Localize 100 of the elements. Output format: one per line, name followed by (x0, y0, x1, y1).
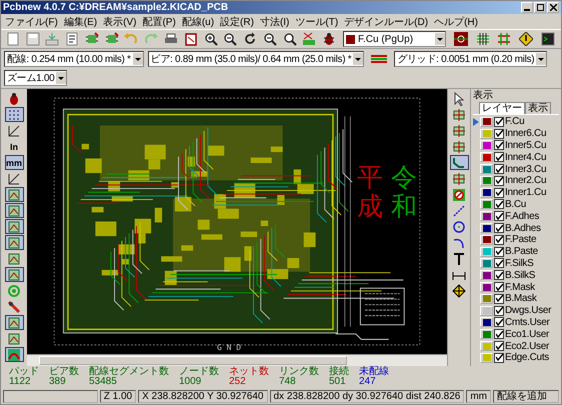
microwave-toggle-button[interactable] (4, 347, 24, 362)
warning-sign-icon[interactable] (519, 32, 534, 46)
menu-item[interactable]: 寸法(I) (260, 14, 290, 28)
menu-item[interactable]: ヘルプ(H) (434, 14, 478, 28)
module-toggle-button[interactable] (4, 219, 24, 234)
menu-item[interactable]: 配置(P) (142, 14, 176, 28)
layer-color-button[interactable] (480, 341, 493, 352)
route-tool-button[interactable] (450, 155, 468, 170)
close-button[interactable] (547, 2, 559, 13)
layer-checkbox[interactable] (494, 352, 504, 363)
setting-dropdown[interactable]: 配線: 0.254 mm (10.00 mils) * (4, 51, 144, 67)
layer-color-button[interactable] (480, 128, 493, 139)
floppy-icon[interactable] (24, 31, 42, 47)
setting-dropdown[interactable]: グリッド: 0.0051 mm (0.20 mils) (394, 51, 548, 67)
grid-icon[interactable] (497, 32, 512, 46)
layer-color-button[interactable] (480, 164, 493, 174)
scrollbar-thumb[interactable] (39, 356, 347, 365)
horizontal-scrollbar[interactable] (27, 354, 447, 366)
layer-dropdown[interactable]: F.Cu (PgUp) (343, 31, 446, 47)
layer-color-button[interactable] (480, 199, 493, 210)
layer-checkbox[interactable] (494, 258, 504, 268)
layer-checkbox[interactable] (494, 223, 504, 234)
pads-toggle-button[interactable] (4, 187, 24, 202)
grid-icon[interactable] (476, 32, 490, 46)
menu-item[interactable]: 編集(E) (64, 14, 98, 28)
layer-checkbox[interactable] (494, 116, 504, 127)
unit-toggle-button[interactable]: mm (4, 155, 24, 170)
layer-checkbox[interactable] (494, 164, 504, 174)
panel-tab[interactable]: 表示 (525, 102, 551, 114)
layer-color-button[interactable] (480, 258, 493, 268)
layer-name: F.Cu (505, 116, 524, 128)
menu-item[interactable]: 配線(u) (182, 14, 214, 28)
grid-icon (7, 108, 21, 122)
unit-toggle-button[interactable]: In (4, 139, 24, 154)
layer-color-button[interactable] (480, 176, 493, 186)
layer-pair-icon[interactable] (454, 32, 468, 46)
layer-color-button[interactable] (480, 282, 493, 292)
layer-checkbox[interactable] (494, 234, 504, 245)
menu-item[interactable]: 表示(V) (103, 14, 136, 28)
menu-item[interactable]: ツール(T) (295, 14, 338, 28)
menu-item[interactable]: 設定(R) (220, 14, 254, 28)
layer-checkbox[interactable] (494, 246, 504, 257)
layer-checkbox[interactable] (494, 199, 504, 210)
terminal-icon[interactable] (541, 32, 555, 46)
track-width-icon[interactable] (371, 52, 388, 66)
layer-color-button[interactable] (480, 188, 493, 198)
layer-color-button[interactable] (480, 270, 493, 280)
setting-dropdown[interactable]: ズーム1.00 (4, 70, 68, 86)
layer-color-button[interactable] (480, 140, 493, 150)
layer-name: F.Adhes (505, 210, 540, 222)
panel-tab[interactable]: レイヤー (479, 102, 525, 114)
setting-dropdown[interactable]: ビア: 0.89 mm (35.0 mils)/ 0.64 mm (25.0 mils) * (148, 51, 364, 67)
layer-color-button[interactable] (480, 352, 493, 363)
layer-checkbox[interactable] (494, 211, 504, 222)
layer-checkbox[interactable] (494, 329, 504, 340)
layer-color-button[interactable] (480, 223, 493, 234)
pcb-canvas[interactable]: G N D 平成 令和 (27, 89, 447, 366)
layer-color-button[interactable] (480, 306, 493, 316)
minimize-button[interactable] (521, 2, 533, 13)
layer-checkbox[interactable] (494, 306, 504, 316)
stat-label: ネット数 (229, 367, 269, 377)
menu-item[interactable]: デザインルール(D) (344, 14, 428, 28)
layer-name: Cmts.User (505, 316, 550, 328)
layer-color-button[interactable] (480, 317, 493, 328)
target-tool-button[interactable] (450, 283, 468, 298)
layer-name: Dwgs.User (505, 305, 552, 316)
layer-checkbox[interactable] (494, 294, 504, 304)
pad-toggle-button[interactable] (4, 203, 24, 218)
status-message: 配線を追加 (493, 390, 559, 403)
layer-color-button[interactable] (480, 211, 493, 222)
layer-checkbox[interactable] (494, 317, 504, 328)
layer-checkbox[interactable] (494, 341, 504, 352)
layer-checkbox[interactable] (494, 140, 504, 150)
text-icon (452, 252, 466, 266)
layer-checkbox[interactable] (494, 152, 504, 162)
menu-item[interactable]: ファイル(F) (5, 14, 58, 28)
layer-name: Inner6.Cu (505, 128, 546, 140)
layer-color-button[interactable] (480, 329, 493, 340)
layer-color-button[interactable] (480, 246, 493, 257)
ratsnest-toggle-button[interactable] (4, 315, 24, 330)
zone-toggle-button[interactable] (4, 235, 24, 250)
layer-checkbox[interactable] (494, 270, 504, 280)
zone-toggle-button[interactable] (4, 267, 24, 282)
layer-color-button[interactable] (480, 116, 493, 127)
maximize-button[interactable] (534, 2, 546, 13)
window-title: Pcbnew 4.0.7 C:¥DREAM¥sample2.KICAD_PCB (3, 2, 228, 13)
layer-checkbox[interactable] (494, 128, 504, 139)
layer-checkbox[interactable] (494, 282, 504, 292)
route-icon (452, 156, 466, 170)
layer-color-button[interactable] (480, 152, 493, 162)
layer-name: Eco1.User (505, 328, 549, 340)
layer-color-button[interactable] (480, 234, 493, 245)
layer-checkbox[interactable] (494, 176, 504, 186)
layer-name: B.Mask (505, 293, 537, 304)
stat-label: 未配線 (359, 367, 389, 377)
layer-checkbox[interactable] (494, 188, 504, 198)
stat-label: 接続 (329, 367, 349, 377)
layer-color-button[interactable] (480, 294, 493, 304)
grid-toggle-button[interactable] (4, 107, 24, 122)
layer-name: Inner4.Cu (505, 152, 546, 163)
